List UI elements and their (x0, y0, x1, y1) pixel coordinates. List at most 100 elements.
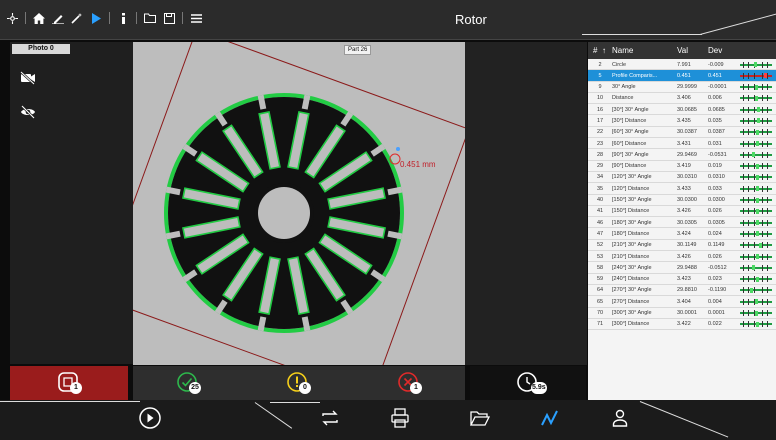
table-row[interactable]: 22 [60°] 30° Angle 30.0387 0.0387 (588, 127, 776, 139)
table-row[interactable]: 70 [300°] 30° Angle 30.0001 0.0001 (588, 308, 776, 319)
play-icon[interactable] (90, 11, 102, 25)
deviation-marker (389, 153, 401, 165)
ok-status[interactable]: 25 (133, 366, 243, 400)
secondary-view-panel (465, 42, 587, 365)
table-row[interactable]: 35 [120°] Distance 3.433 0.033 (588, 183, 776, 195)
table-row[interactable]: 5 Profile Comparis... 0.451 0.451 (588, 70, 776, 82)
timer-value: 5.9s (531, 382, 547, 394)
menu-icon[interactable] (190, 11, 202, 25)
tolerance-indicator (756, 186, 760, 192)
row-value: 30.0300 (677, 197, 697, 204)
parts-status[interactable]: 1 (10, 366, 128, 400)
decorative-line (699, 12, 776, 35)
table-row[interactable]: 71 [300°] Distance 3.422 0.022 (588, 319, 776, 331)
repeat-button[interactable] (318, 408, 342, 432)
table-row[interactable]: 40 [150°] 30° Angle 30.0300 0.0300 (588, 195, 776, 206)
edit-icon[interactable] (52, 11, 64, 25)
table-row[interactable]: 29 [90°] Distance 3.419 0.019 (588, 161, 776, 172)
folder-icon[interactable] (144, 11, 156, 25)
row-number: 9 (598, 84, 602, 91)
tolerance-indicator (755, 299, 759, 305)
row-name: [270°] 30° Angle (612, 287, 652, 294)
camera-off-button[interactable] (14, 66, 42, 94)
tolerance-gauge (740, 61, 772, 68)
row-deviation: 0.023 (708, 276, 722, 283)
row-number: 2 (598, 61, 602, 68)
col-name-header[interactable]: Name (612, 46, 633, 55)
row-deviation: -0.009 (708, 61, 724, 68)
row-value: 3.423 (677, 276, 691, 283)
eye-off-button[interactable] (14, 100, 42, 128)
tolerance-gauge (740, 253, 772, 260)
row-name: [90°] Distance (612, 163, 647, 170)
row-number: 64 (596, 287, 604, 294)
run-button[interactable] (138, 406, 162, 432)
crosshair-icon[interactable] (6, 11, 18, 25)
tolerance-gauge (740, 310, 772, 317)
row-value: 30.0387 (677, 129, 697, 136)
repeat-icon (320, 410, 340, 431)
part-contour-view (133, 42, 465, 365)
row-number: 10 (596, 95, 604, 102)
table-row[interactable]: 53 [210°] Distance 3.426 0.026 (588, 251, 776, 263)
tolerance-indicator (754, 310, 758, 316)
table-row[interactable]: 28 [90°] 30° Angle 29.9469 -0.0531 (588, 149, 776, 161)
row-value: 7.991 (677, 61, 691, 68)
row-value: 30.0310 (677, 174, 697, 181)
table-row[interactable]: 58 [240°] 30° Angle 29.9488 -0.0512 (588, 262, 776, 274)
sort-icon[interactable]: ↑ (602, 46, 606, 55)
tolerance-indicator (755, 208, 759, 214)
inspection-image[interactable] (133, 42, 465, 365)
row-name: Circle (612, 61, 627, 68)
table-row[interactable]: 41 [150°] Distance 3.426 0.026 (588, 206, 776, 218)
table-row[interactable]: 47 [180°] Distance 3.424 0.024 (588, 228, 776, 240)
row-value: 3.431 (677, 140, 691, 147)
col-val-header[interactable]: Val (677, 46, 688, 55)
fail-status[interactable]: 1 (353, 366, 465, 400)
save-icon[interactable] (163, 11, 175, 25)
table-row[interactable]: 59 [240°] Distance 3.423 0.023 (588, 274, 776, 285)
timer-status[interactable]: 5.9s (470, 366, 586, 400)
col-num-header[interactable]: # (593, 46, 597, 55)
home-icon[interactable] (33, 11, 45, 25)
parts-count: 1 (70, 382, 82, 394)
table-row[interactable]: 2 Circle 7.991 -0.009 (588, 59, 776, 71)
row-number: 40 (596, 197, 604, 204)
open-folder-button[interactable] (468, 408, 492, 432)
row-deviation: 0.451 (708, 72, 722, 79)
warning-status[interactable]: 0 (243, 366, 353, 400)
row-deviation: -0.0531 (708, 151, 727, 158)
col-dev-header[interactable]: Dev (708, 46, 722, 55)
tolerance-gauge (740, 163, 772, 170)
table-row[interactable]: 65 [270°] Distance 3.404 0.004 (588, 296, 776, 308)
table-row[interactable]: 9 30° Angle 29.9999 -0.0001 (588, 82, 776, 93)
user-button[interactable] (608, 408, 632, 432)
table-row[interactable]: 52 [210°] 30° Angle 30.1149 0.1149 (588, 240, 776, 252)
tolerance-indicator (750, 287, 754, 293)
photo-tab[interactable]: Photo 0 (12, 44, 70, 54)
table-row[interactable]: 23 [60°] Distance 3.431 0.031 (588, 138, 776, 150)
row-number: 70 (596, 310, 604, 317)
row-value: 3.433 (677, 185, 691, 192)
row-name: [180°] Distance (612, 230, 650, 237)
decorative-line (270, 402, 320, 403)
chart-button[interactable] (538, 408, 562, 432)
table-row[interactable]: 17 [30°] Distance 3.435 0.035 (588, 115, 776, 127)
decorative-line (0, 401, 140, 402)
row-number: 5 (598, 72, 602, 79)
folder-open-icon (469, 410, 491, 431)
info-icon[interactable] (117, 11, 129, 25)
row-deviation: 0.0387 (708, 129, 725, 136)
table-row[interactable]: 10 Distance 3.406 0.006 (588, 93, 776, 105)
row-deviation: 0.0310 (708, 174, 725, 181)
print-button[interactable] (388, 407, 412, 432)
row-number: 16 (596, 106, 604, 113)
table-row[interactable]: 34 [120°] 30° Angle 30.0310 0.0310 (588, 172, 776, 184)
deviation-point (396, 147, 400, 151)
row-number: 65 (596, 298, 604, 305)
magic-wand-icon[interactable] (71, 11, 83, 25)
table-row[interactable]: 16 [30°] 30° Angle 30.0685 0.0685 (588, 104, 776, 116)
table-row[interactable]: 46 [180°] 30° Angle 30.0305 0.0305 (588, 217, 776, 229)
table-row[interactable]: 64 [270°] 30° Angle 29.8810 -0.1190 (588, 285, 776, 297)
tolerance-indicator (755, 141, 759, 147)
